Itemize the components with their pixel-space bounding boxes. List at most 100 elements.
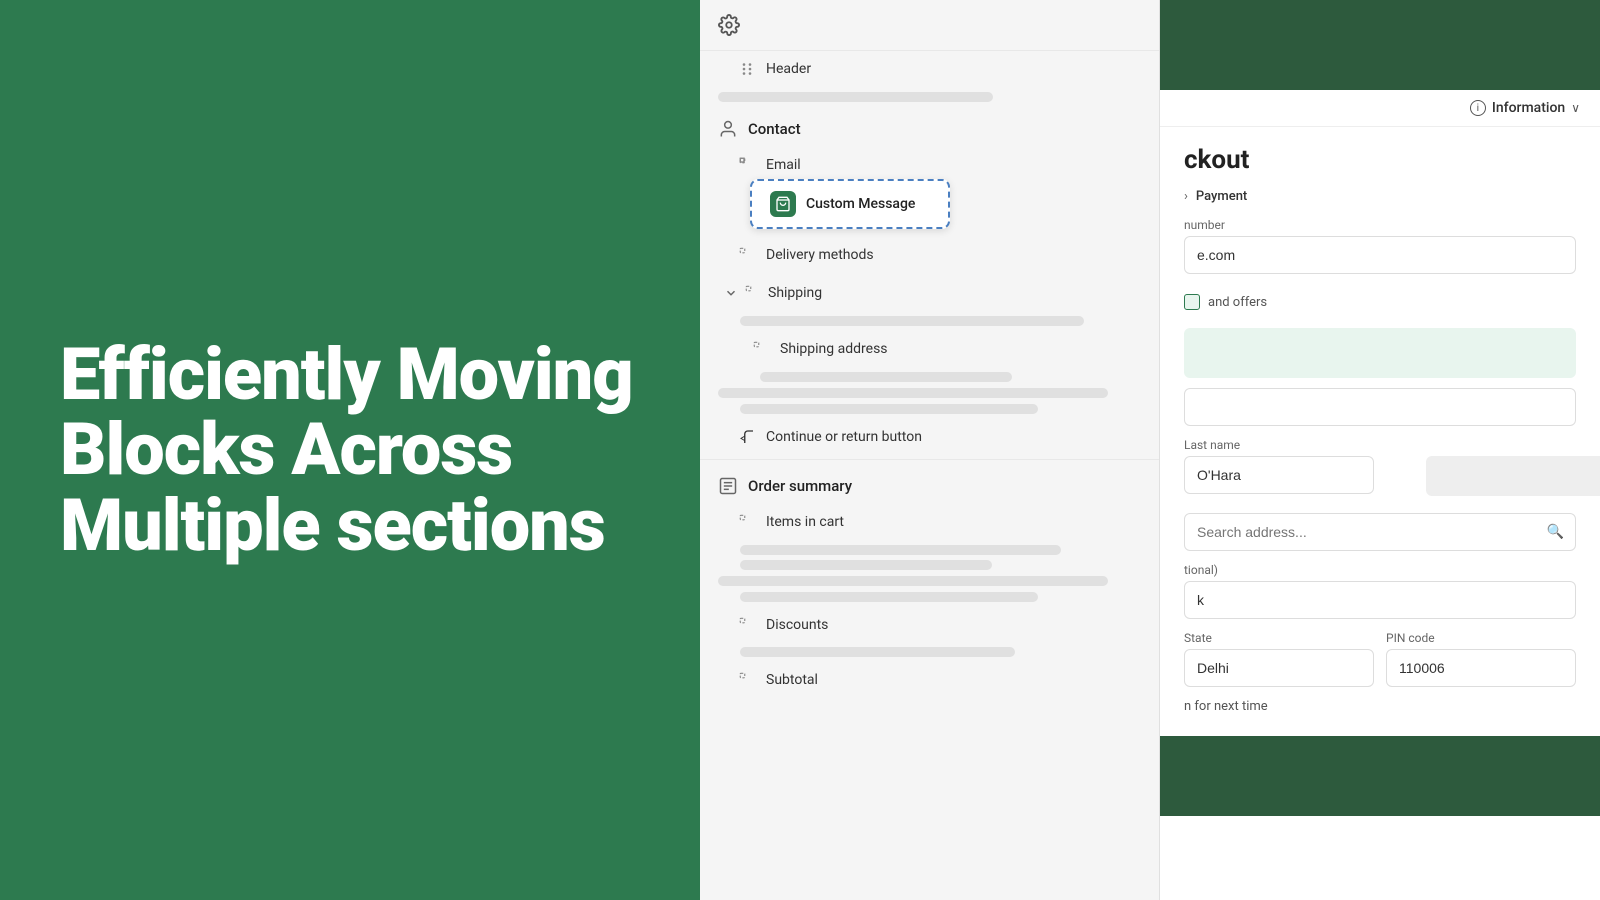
subtotal-bracket-icon bbox=[738, 671, 756, 689]
right-top-bar bbox=[1160, 0, 1600, 90]
delivery-section: Delivery methods bbox=[700, 237, 1159, 273]
breadcrumb-sep: › bbox=[1184, 189, 1188, 204]
delivery-tree-item[interactable]: Delivery methods bbox=[700, 237, 1159, 273]
pincode-col: PIN code bbox=[1386, 631, 1576, 687]
shipping-section: Shipping Shipping address bbox=[700, 275, 1159, 414]
first-name-skeleton bbox=[1426, 456, 1600, 496]
continue-tree-item[interactable]: Continue or return button bbox=[700, 419, 1159, 455]
items-in-cart-item[interactable]: Items in cart bbox=[700, 504, 1159, 540]
info-label[interactable]: Information bbox=[1492, 100, 1565, 116]
state-label: State bbox=[1184, 631, 1374, 645]
header-section: Header bbox=[700, 51, 1159, 102]
disc-skel-1 bbox=[740, 647, 1015, 657]
return-icon bbox=[738, 428, 756, 446]
last-name-col: Last name bbox=[1184, 438, 1374, 501]
contact-section: Contact Email bbox=[700, 107, 1159, 235]
address-input[interactable] bbox=[1184, 581, 1576, 619]
breadcrumb: › Payment bbox=[1160, 183, 1600, 218]
name-row: Last name bbox=[1184, 438, 1576, 501]
custom-message-popup[interactable]: Custom Message bbox=[750, 179, 950, 229]
shipping-skel-3 bbox=[718, 388, 1108, 398]
email-row: number bbox=[1184, 218, 1576, 274]
pincode-label: PIN code bbox=[1386, 631, 1576, 645]
shipping-skel-1 bbox=[740, 316, 1084, 326]
subtotal-item[interactable]: Subtotal bbox=[700, 662, 1159, 698]
address-search-row: 🔍 bbox=[1184, 513, 1576, 551]
country-select[interactable] bbox=[1184, 388, 1576, 426]
middle-panel: Header Contact Email bbox=[700, 0, 1160, 900]
continue-label: Continue or return button bbox=[766, 429, 922, 445]
state-col: State Delhi bbox=[1184, 631, 1374, 687]
shipping-address-label: Shipping address bbox=[780, 341, 888, 357]
email-label: Email bbox=[766, 157, 801, 173]
divider-1 bbox=[700, 459, 1159, 460]
person-icon bbox=[718, 119, 738, 139]
contact-label: Contact bbox=[748, 120, 801, 138]
discounts-item[interactable]: Discounts bbox=[700, 607, 1159, 643]
right-info-bar: i Information ∨ bbox=[1160, 90, 1600, 127]
shipping-chevron-icon bbox=[724, 286, 738, 300]
shipping-skel-2 bbox=[760, 372, 1012, 382]
list-icon bbox=[718, 476, 738, 496]
items-skel-4 bbox=[740, 592, 1038, 602]
offers-row: and offers bbox=[1184, 286, 1576, 318]
email-input[interactable] bbox=[1184, 236, 1576, 274]
select-row bbox=[1184, 388, 1576, 426]
header-label: Header bbox=[766, 61, 811, 77]
order-summary-section: Order summary Items in cart Discounts bbox=[700, 464, 1159, 698]
last-name-label: Last name bbox=[1184, 438, 1374, 452]
custom-message-label: Custom Message bbox=[806, 196, 915, 212]
order-summary-header: Order summary bbox=[700, 464, 1159, 504]
email-form-label: number bbox=[1184, 218, 1576, 232]
search-icon: 🔍 bbox=[1547, 524, 1564, 540]
headline: Efficiently Moving Blocks Across Multipl… bbox=[60, 337, 640, 564]
offers-label: and offers bbox=[1208, 295, 1267, 310]
shipping-skel-4 bbox=[740, 404, 1038, 414]
delivery-bracket-icon bbox=[738, 246, 756, 264]
pincode-input[interactable] bbox=[1386, 649, 1576, 687]
delivery-label: Delivery methods bbox=[766, 247, 874, 263]
shipping-address-item[interactable]: Shipping address bbox=[700, 331, 1159, 367]
continue-section: Continue or return button bbox=[700, 419, 1159, 455]
shipping-bracket-icon bbox=[744, 284, 762, 302]
save-info-row: n for next time bbox=[1160, 687, 1600, 726]
breadcrumb-payment[interactable]: Payment bbox=[1196, 189, 1247, 204]
green-highlight-area bbox=[1184, 328, 1576, 378]
items-skel-2 bbox=[740, 560, 992, 570]
right-bottom-bar bbox=[1160, 736, 1600, 816]
shipping-header-row[interactable]: Shipping bbox=[700, 275, 1159, 311]
offers-checkbox[interactable] bbox=[1184, 294, 1200, 310]
contact-header: Contact bbox=[700, 107, 1159, 147]
items-in-cart-label: Items in cart bbox=[766, 514, 844, 530]
drag-icon bbox=[738, 60, 756, 78]
last-name-input[interactable] bbox=[1184, 456, 1374, 494]
email-bracket-icon bbox=[738, 156, 756, 174]
right-panel: i Information ∨ ckout › Payment number a… bbox=[1160, 0, 1600, 900]
checkout-title: ckout bbox=[1160, 127, 1600, 183]
state-select[interactable]: Delhi bbox=[1184, 649, 1374, 687]
left-panel: Efficiently Moving Blocks Across Multipl… bbox=[0, 0, 700, 900]
header-skeleton-1 bbox=[718, 92, 993, 102]
subtotal-label: Subtotal bbox=[766, 672, 818, 688]
discounts-label: Discounts bbox=[766, 617, 828, 633]
shipping-addr-bracket-icon bbox=[752, 340, 770, 358]
save-info-label: n for next time bbox=[1184, 699, 1268, 714]
shipping-label: Shipping bbox=[768, 285, 822, 301]
info-circle-icon: i bbox=[1470, 100, 1486, 116]
email-tree-item[interactable]: Email bbox=[700, 147, 1159, 183]
custom-msg-icon bbox=[770, 191, 796, 217]
items-bracket-icon bbox=[738, 513, 756, 531]
discounts-bracket-icon bbox=[738, 616, 756, 634]
items-skel-1 bbox=[740, 545, 1061, 555]
info-chevron-icon[interactable]: ∨ bbox=[1571, 101, 1580, 115]
order-summary-label: Order summary bbox=[748, 477, 852, 495]
state-pin-row: State Delhi PIN code bbox=[1184, 631, 1576, 687]
address-label: tional) bbox=[1184, 563, 1576, 577]
first-name-col bbox=[1386, 438, 1576, 501]
address-search-input[interactable] bbox=[1184, 513, 1576, 551]
items-skel-3 bbox=[718, 576, 1108, 586]
checkout-form: number and offers Last name bbox=[1160, 218, 1600, 687]
header-tree-item[interactable]: Header bbox=[700, 51, 1159, 87]
gear-icon[interactable] bbox=[718, 14, 740, 36]
address-optional-row: tional) bbox=[1184, 563, 1576, 619]
